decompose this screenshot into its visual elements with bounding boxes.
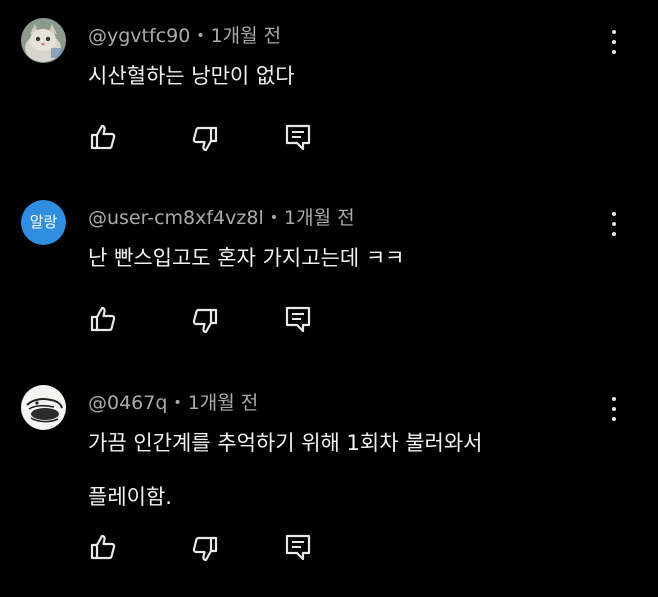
- comment-text: 난 빤스입고도 혼자 가지고는데 ㅋㅋ: [88, 231, 588, 285]
- comment-time[interactable]: 1개월 전: [211, 25, 282, 47]
- like-button[interactable]: [88, 304, 118, 334]
- comment-time[interactable]: 1개월 전: [284, 207, 355, 229]
- more-vert-icon[interactable]: [602, 28, 626, 56]
- comment-meta: @0467q • 1개월 전: [88, 391, 258, 415]
- reply-comment-icon: [285, 306, 311, 333]
- comment-line: 시산혈하는 낭만이 없다: [88, 64, 295, 88]
- sketch-drawing-icon: [21, 385, 66, 430]
- thumbs-up-icon: [90, 534, 116, 560]
- thumbs-down-icon: [192, 536, 218, 562]
- avatar[interactable]: [21, 18, 66, 63]
- comment-author[interactable]: @ygvtfc90: [88, 25, 190, 47]
- reply-button[interactable]: [283, 532, 313, 562]
- comment-line: 가끔 인간계를 추억하기 위해 1회차 불러와서: [88, 431, 483, 455]
- thumbs-up-icon: [90, 306, 116, 332]
- thumbs-down-icon: [192, 308, 218, 334]
- avatar[interactable]: [21, 385, 66, 430]
- more-vert-icon[interactable]: [602, 210, 626, 238]
- dislike-button[interactable]: [190, 534, 220, 564]
- comment-meta: @user-cm8xf4vz8l • 1개월 전: [88, 206, 355, 230]
- avatar-initials: 알랑: [21, 200, 66, 245]
- like-button[interactable]: [88, 532, 118, 562]
- dislike-button[interactable]: [190, 124, 220, 154]
- reply-comment-icon: [285, 534, 311, 561]
- comment-author[interactable]: @0467q: [88, 392, 167, 414]
- reply-button[interactable]: [283, 304, 313, 334]
- meta-separator: •: [196, 28, 205, 44]
- reply-comment-icon: [285, 124, 311, 151]
- dislike-button[interactable]: [190, 306, 220, 336]
- like-button[interactable]: [88, 122, 118, 152]
- comment-text: 가끔 인간계를 추억하기 위해 1회차 불러와서 플레이함.: [88, 416, 588, 524]
- comment-text: 시산혈하는 낭만이 없다: [88, 49, 588, 103]
- meta-separator: •: [173, 395, 182, 411]
- comment-author[interactable]: @user-cm8xf4vz8l: [88, 207, 264, 229]
- thumbs-down-icon: [192, 126, 218, 152]
- comment-line: 난 빤스입고도 혼자 가지고는데 ㅋㅋ: [88, 246, 405, 270]
- avatar[interactable]: 알랑: [21, 200, 66, 245]
- comment-meta: @ygvtfc90 • 1개월 전: [88, 24, 281, 48]
- comment-line: 플레이함.: [88, 485, 172, 509]
- meta-separator: •: [269, 210, 278, 226]
- more-vert-icon[interactable]: [602, 395, 626, 423]
- thumbs-up-icon: [90, 124, 116, 150]
- comment-time[interactable]: 1개월 전: [188, 392, 259, 414]
- cat-photo-icon: [21, 18, 66, 63]
- reply-button[interactable]: [283, 122, 313, 152]
